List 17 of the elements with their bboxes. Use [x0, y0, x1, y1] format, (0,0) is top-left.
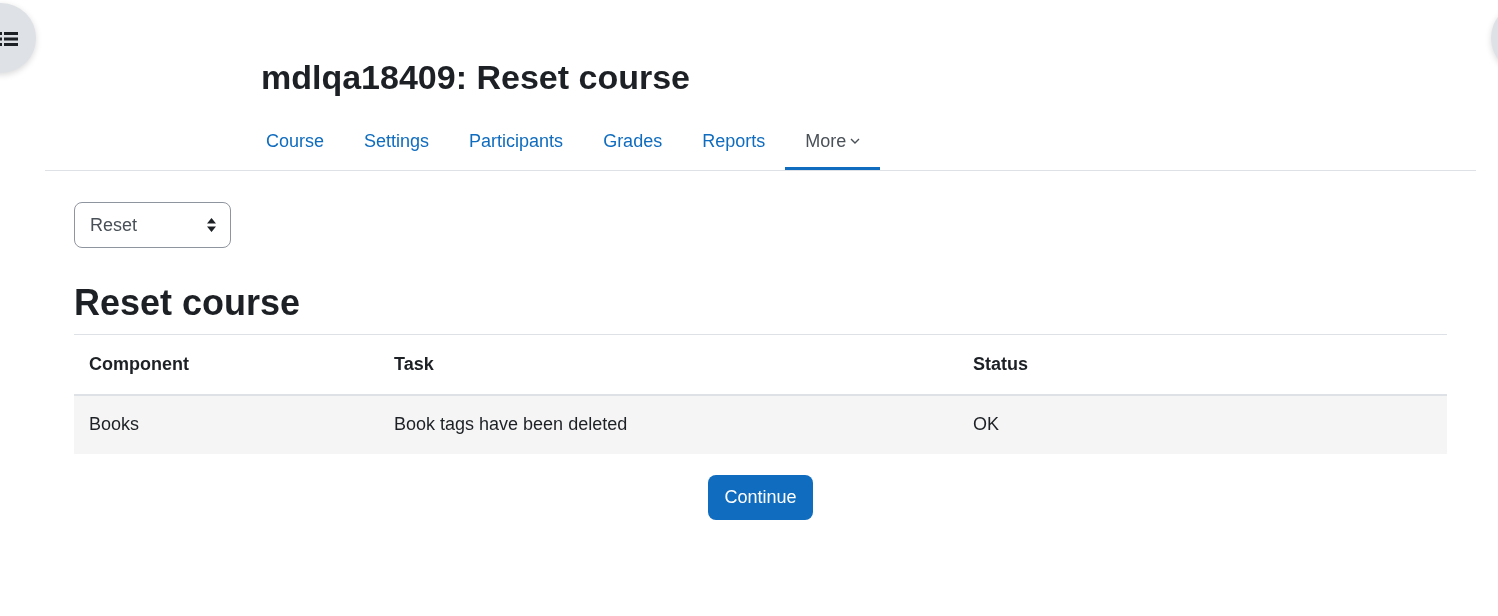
sort-caret-icon — [207, 218, 216, 232]
nav-tab[interactable]: Course — [246, 116, 345, 170]
action-select[interactable]: Reset — [74, 202, 231, 248]
nav-tab[interactable]: More — [785, 116, 881, 170]
page-title: mdlqa18409: Reset course — [260, 57, 691, 98]
select-value: Reset — [90, 214, 138, 236]
table-cell: Books — [74, 395, 379, 454]
nav-tab[interactable]: Settings — [344, 116, 450, 170]
section-heading: Reset course — [74, 281, 302, 325]
nav-tab[interactable]: Grades — [583, 116, 683, 170]
nav-tab[interactable]: Participants — [449, 116, 584, 170]
continue-button[interactable]: Continue — [708, 475, 813, 520]
table-cell: Book tags have been deleted — [379, 395, 958, 454]
table-cell: OK — [958, 395, 1447, 454]
list-icon — [0, 31, 18, 47]
chevron-down-icon — [850, 138, 861, 144]
nav-tab[interactable]: Reports — [682, 116, 786, 170]
